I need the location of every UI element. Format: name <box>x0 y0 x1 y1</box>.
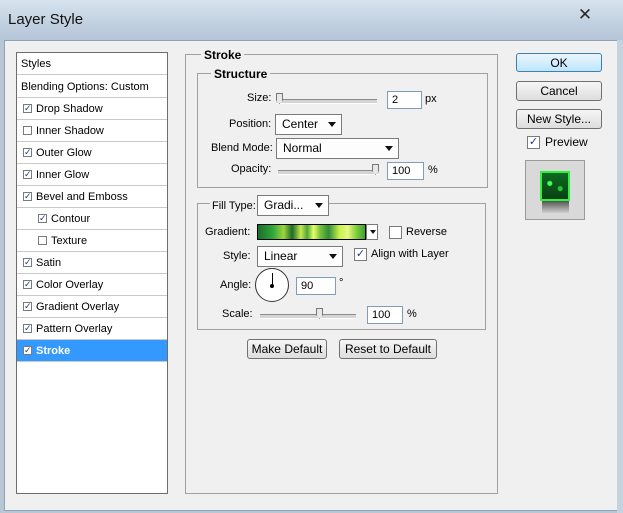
window-frame <box>617 40 623 513</box>
styles-item-blending-options[interactable]: Blending Options: Custom <box>17 76 167 98</box>
angle-dial[interactable] <box>255 268 289 302</box>
window-title: Layer Style <box>8 11 84 28</box>
checkbox[interactable]: ✓ <box>23 302 32 311</box>
style-dropdown[interactable]: Linear <box>257 246 343 267</box>
checkbox[interactable]: ✓ <box>23 324 32 333</box>
close-button[interactable]: ✕ <box>572 6 598 24</box>
checkbox[interactable] <box>38 236 47 245</box>
size-unit: px <box>425 93 437 105</box>
angle-unit: ° <box>339 277 344 289</box>
scale-slider[interactable] <box>260 314 356 319</box>
fill-type-label: Fill Type: <box>210 200 258 212</box>
opacity-slider[interactable] <box>278 170 379 175</box>
checkbox[interactable] <box>23 126 32 135</box>
styles-item-texture[interactable]: Texture <box>17 230 167 252</box>
opacity-input[interactable]: 100 <box>387 162 424 180</box>
blend-mode-label: Blend Mode: <box>211 142 273 154</box>
opacity-label: Opacity: <box>231 163 272 175</box>
checkbox[interactable]: ✓ <box>23 104 32 113</box>
scale-input[interactable]: 100 <box>367 306 403 324</box>
styles-item-drop-shadow[interactable]: ✓ Drop Shadow <box>17 98 167 120</box>
gradient-preview-swatch[interactable] <box>257 224 366 240</box>
blend-mode-dropdown[interactable]: Normal <box>276 138 399 159</box>
align-with-layer-checkbox[interactable]: ✓ <box>354 248 367 261</box>
angle-input[interactable]: 90 <box>296 277 336 295</box>
styles-list: Styles Blending Options: Custom ✓ Drop S… <box>16 52 168 494</box>
checkbox[interactable]: ✓ <box>23 170 32 179</box>
fill-type-dropdown[interactable]: Gradi... <box>257 195 329 216</box>
scale-unit: % <box>407 308 417 320</box>
styles-item-outer-glow[interactable]: ✓ Outer Glow <box>17 142 167 164</box>
scale-label: Scale: <box>222 308 253 320</box>
close-icon: ✕ <box>577 5 593 24</box>
chevron-down-icon <box>385 146 393 151</box>
size-label: Size: <box>247 92 272 104</box>
size-slider[interactable] <box>276 99 377 104</box>
preview-label: Preview <box>545 135 588 149</box>
styles-item-color-overlay[interactable]: ✓ Color Overlay <box>17 274 167 296</box>
gradient-label: Gradient: <box>205 226 251 238</box>
checkbox[interactable]: ✓ <box>23 192 32 201</box>
cancel-button[interactable]: Cancel <box>516 81 602 101</box>
styles-item-gradient-overlay[interactable]: ✓ Gradient Overlay <box>17 296 167 318</box>
checkbox[interactable]: ✓ <box>38 214 47 223</box>
preview-shadow <box>542 201 569 213</box>
ok-button[interactable]: OK <box>516 53 602 72</box>
styles-item-stroke[interactable]: ✓ Stroke <box>17 340 167 362</box>
chevron-down-icon <box>370 230 376 234</box>
reset-to-default-button[interactable]: Reset to Default <box>339 339 437 359</box>
styles-item-inner-shadow[interactable]: Inner Shadow <box>17 120 167 142</box>
angle-label: Angle: <box>220 279 252 291</box>
size-input[interactable]: 2 <box>387 91 422 109</box>
styles-item-satin[interactable]: ✓ Satin <box>17 252 167 274</box>
gradient-picker-button[interactable] <box>366 224 378 240</box>
styles-item-bevel-and-emboss[interactable]: ✓ Bevel and Emboss <box>17 186 167 208</box>
stroke-title: Stroke <box>201 48 245 62</box>
styles-item-contour[interactable]: ✓ Contour <box>17 208 167 230</box>
angle-dial-center <box>270 284 274 288</box>
checkbox[interactable]: ✓ <box>23 258 32 267</box>
reverse-checkbox[interactable] <box>389 226 402 239</box>
styles-header[interactable]: Styles <box>17 53 167 75</box>
align-with-layer-label: Align with Layer <box>371 248 449 260</box>
checkbox[interactable]: ✓ <box>23 148 32 157</box>
chevron-down-icon <box>328 122 336 127</box>
make-default-button[interactable]: Make Default <box>247 339 327 359</box>
preview-thumbnail <box>525 160 585 220</box>
styles-item-pattern-overlay[interactable]: ✓ Pattern Overlay <box>17 318 167 340</box>
style-label: Style: <box>223 250 251 262</box>
position-dropdown[interactable]: Center <box>275 114 342 135</box>
position-label: Position: <box>229 118 272 130</box>
opacity-unit: % <box>428 164 438 176</box>
chevron-down-icon <box>329 254 337 259</box>
reverse-label: Reverse <box>406 226 447 238</box>
preview-layer-swatch <box>540 171 570 201</box>
preview-checkbox[interactable]: ✓ <box>527 136 540 149</box>
checkbox[interactable]: ✓ <box>23 280 32 289</box>
chevron-down-icon <box>315 203 323 208</box>
checkbox[interactable]: ✓ <box>23 346 32 355</box>
structure-title: Structure <box>211 67 271 81</box>
new-style-button[interactable]: New Style... <box>516 109 602 129</box>
styles-item-inner-glow[interactable]: ✓ Inner Glow <box>17 164 167 186</box>
title-bar <box>0 0 623 40</box>
